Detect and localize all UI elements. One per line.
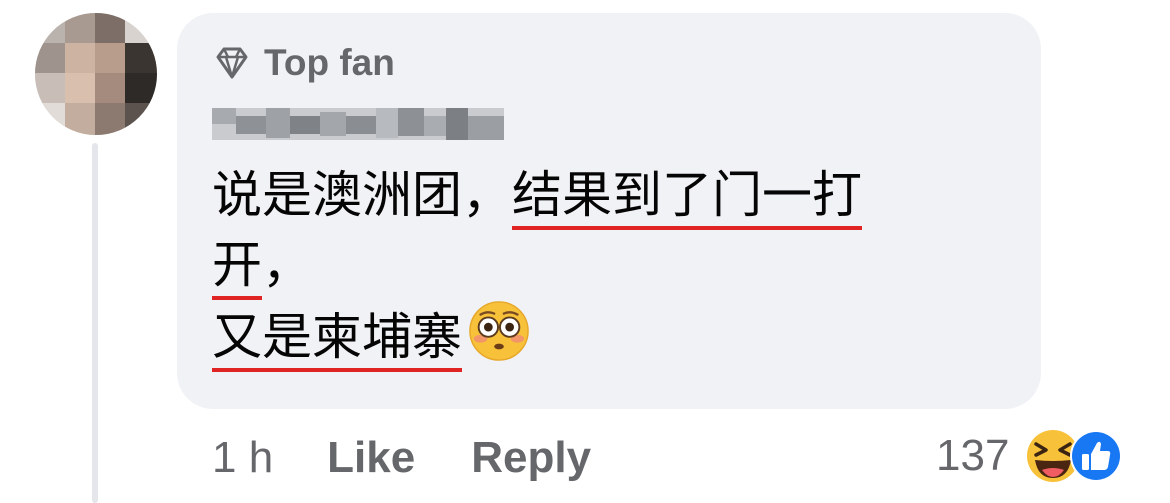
comment-timestamp[interactable]: 1 h — [212, 433, 273, 483]
flushed-face-icon — [469, 301, 529, 361]
reaction-icons[interactable] — [1023, 424, 1125, 488]
comment-line-1: 说是澳洲团，结果到了门一打 — [212, 166, 862, 224]
comment-line-3: 又是柬埔寨 — [212, 300, 1022, 370]
top-fan-badge: Top fan — [212, 38, 395, 88]
reply-thread-line — [92, 143, 98, 503]
pixelated-avatar-image — [35, 13, 157, 135]
comment-text: 说是澳洲团，结果到了门一打 开， 又是柬埔寨 — [212, 160, 1022, 370]
avatar[interactable] — [35, 13, 157, 135]
badge-label: Top fan — [264, 42, 395, 83]
reply-button[interactable]: Reply — [471, 433, 591, 483]
reactions-summary[interactable]: 137 — [936, 424, 1125, 488]
thumbs-up-icon — [1070, 430, 1123, 482]
diamond-icon — [216, 47, 248, 79]
author-name-redacted[interactable] — [212, 102, 504, 144]
comment-actions: 1 h Like Reply — [212, 428, 647, 488]
comment-line-2: 开， — [212, 236, 312, 294]
like-button[interactable]: Like — [327, 433, 415, 483]
reaction-count[interactable]: 137 — [936, 431, 1009, 481]
